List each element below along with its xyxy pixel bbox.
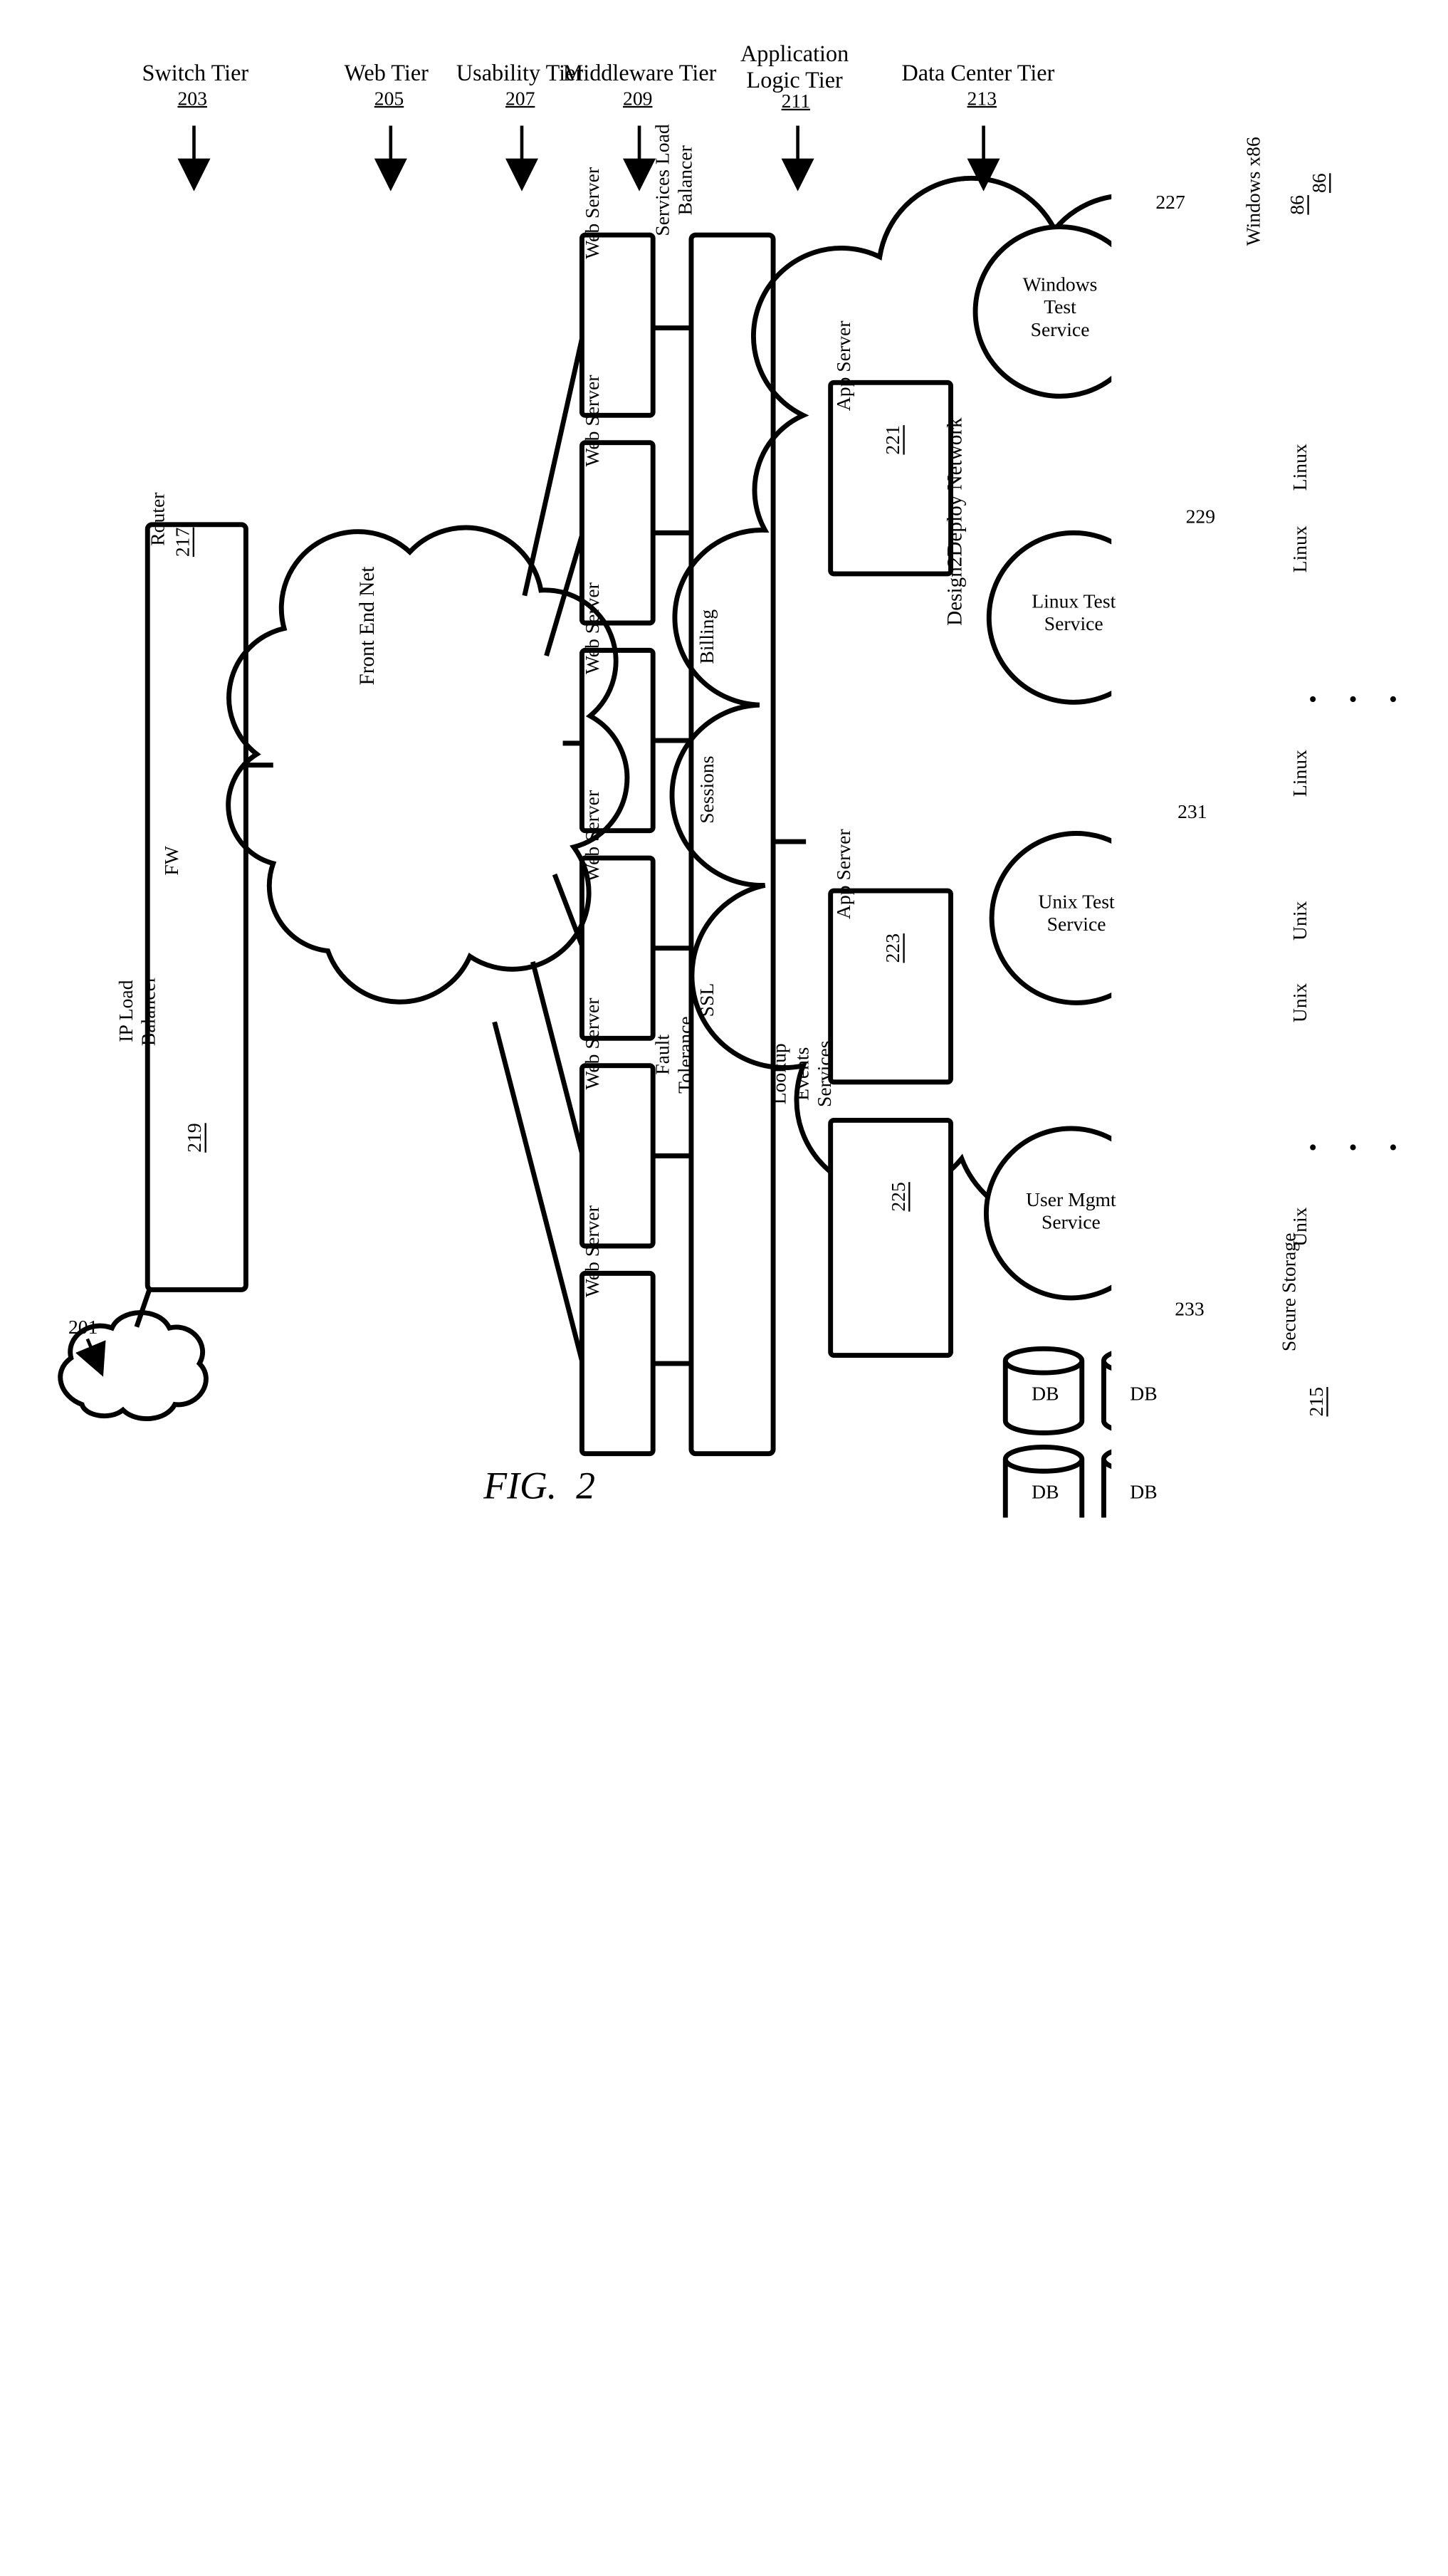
app1-ref: 221 <box>882 421 905 459</box>
internet-ref: 201 <box>68 1316 98 1339</box>
lookup-label: Lookup Events Services <box>768 992 836 1156</box>
app-tier-ref: 211 <box>782 90 810 113</box>
usability-tier-ref: 207 <box>505 88 535 110</box>
unix-svc-ref: 231 <box>1177 800 1207 823</box>
web-tier-title: Web Tier <box>345 60 429 86</box>
diagram-canvas <box>0 0 1111 1517</box>
linux-1: Linux <box>1289 440 1311 495</box>
middle-tier-ref: 209 <box>623 88 652 110</box>
ssl-label: SSL <box>696 978 719 1022</box>
webserver-5: Web Server <box>581 986 604 1101</box>
unix-ellipsis: • • • <box>1308 1134 1404 1162</box>
db-3: DB <box>1032 1481 1059 1504</box>
webserver-4: Web Server <box>581 779 604 894</box>
router-ref: 217 <box>172 522 194 563</box>
winx86-label: Windows x86 <box>1242 120 1265 263</box>
router-label: Router <box>147 486 169 552</box>
winx86-ref-2: 86 <box>1308 167 1331 199</box>
app2-ref: 223 <box>882 929 905 968</box>
usability-box <box>691 235 773 1454</box>
webserver-1: Web Server <box>581 156 604 271</box>
lin-svc-ref: 229 <box>1186 506 1215 528</box>
storage-ref: 215 <box>1305 1383 1328 1421</box>
lookup-ref: 225 <box>887 1178 910 1216</box>
webserver-6: Web Server <box>581 1194 604 1309</box>
linux-2: Linux <box>1289 522 1311 577</box>
webserver-2: Web Server <box>581 363 604 478</box>
db-2: DB <box>1130 1383 1157 1405</box>
figure-label: FIG. 2 <box>483 1465 595 1509</box>
win-svc-ref: 227 <box>1155 192 1185 214</box>
umgmt-svc-label: User Mgmt Service <box>1024 1188 1117 1234</box>
iplb-label: IP Load Balancer <box>115 929 160 1093</box>
unix-svc-label: Unix Test Service <box>1036 891 1118 936</box>
service-circles <box>975 227 1111 1298</box>
umgmt-svc-ref: 233 <box>1175 1298 1204 1321</box>
web-tier-ref: 205 <box>374 88 404 110</box>
billing-label: Billing <box>696 601 719 672</box>
switch-tier-ref: 203 <box>177 88 206 110</box>
unix-1: Unix <box>1289 896 1311 946</box>
lin-svc-label: Linux Test Service <box>1030 590 1118 636</box>
linux-n: Linux <box>1289 746 1311 801</box>
win-svc-label: Windows Test Service <box>1022 273 1098 341</box>
unix-2: Unix <box>1289 978 1311 1027</box>
db-1: DB <box>1032 1383 1059 1405</box>
fw-label: FW <box>160 842 183 880</box>
app1-label: App Server <box>832 309 855 424</box>
cloud-front-end <box>229 528 627 1002</box>
slb-label: Services Load Balancer <box>651 55 697 306</box>
winx86-ref-1: 86 <box>1286 189 1309 221</box>
data-tier-ref: 213 <box>967 88 997 110</box>
app-tier-title: Application Logic Tier <box>740 41 849 94</box>
data-tier-title: Data Center Tier <box>901 60 1054 86</box>
switch-box <box>147 525 246 1290</box>
switch-tier-title: Switch Tier <box>142 60 249 86</box>
frontend-label: Front End Net <box>356 555 380 697</box>
linux-ellipsis: • • • <box>1308 686 1404 713</box>
db-4: DB <box>1130 1481 1157 1504</box>
d2d-label: Design2Deploy Network <box>943 399 967 644</box>
fault-label: Fault Tolerance <box>651 962 697 1148</box>
iplb-ref: 219 <box>184 1118 206 1159</box>
storage-label: Secure Storage <box>1278 1219 1301 1366</box>
app2-label: App Server <box>832 817 855 931</box>
sessions-label: Sessions <box>696 743 719 836</box>
webserver-3: Web Server <box>581 571 604 686</box>
